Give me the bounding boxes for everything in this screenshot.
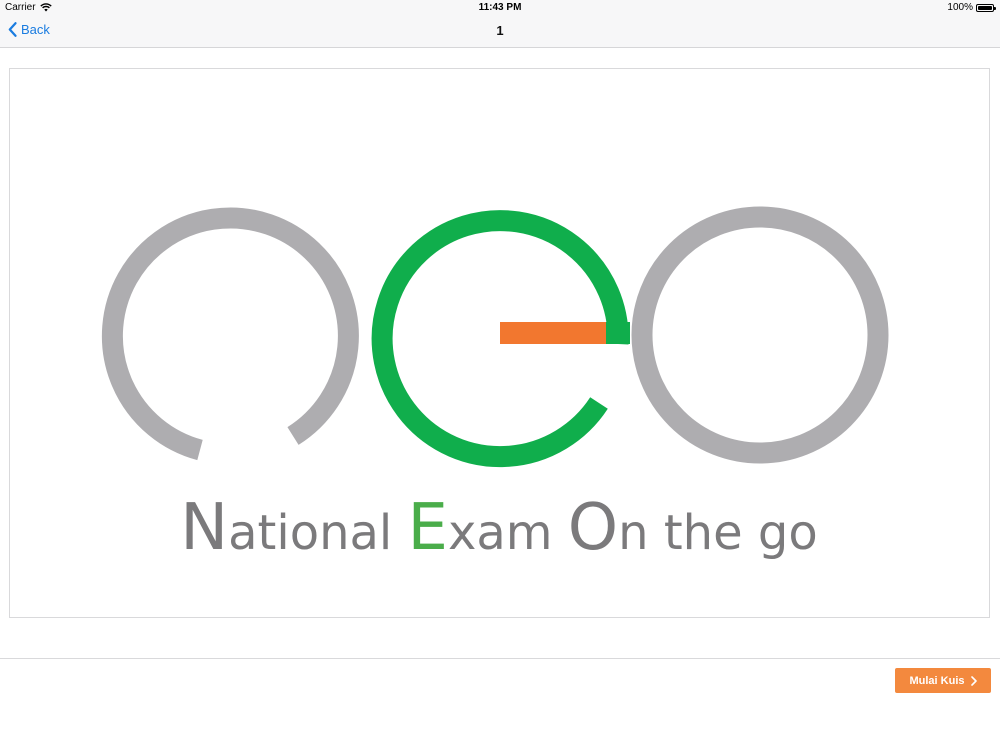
logo-word-ational: ational	[228, 505, 407, 561]
bottom-divider	[0, 658, 1000, 659]
start-quiz-label: Mulai Kuis	[909, 674, 965, 687]
logo-orange-bar	[500, 322, 606, 344]
logo-word-on-the-go: n the go	[618, 505, 818, 561]
page-title: 1	[496, 23, 504, 38]
logo-gray-arc-left	[101, 207, 359, 461]
logo-green-cap	[606, 322, 630, 344]
logo-gray-circle-right	[631, 206, 889, 464]
logo-letter-n: N	[180, 491, 228, 565]
battery-group: 100%	[947, 2, 996, 13]
neo-logo: National Exam On the go	[101, 206, 889, 565]
status-time: 11:43 PM	[478, 2, 522, 13]
chevron-right-icon	[970, 675, 977, 686]
logo-word-xam: xam	[448, 505, 568, 561]
status-bar: Carrier 11:43 PM 100%	[0, 0, 1000, 16]
content-frame: National Exam On the go	[9, 68, 990, 618]
logo-letter-o: O	[568, 491, 618, 565]
logo-letter-e: E	[408, 491, 448, 565]
logo-wordmark: National Exam On the go	[180, 491, 817, 565]
battery-icon	[976, 3, 996, 12]
battery-percent: 100%	[947, 2, 973, 13]
navigation-bar: Back 1	[0, 16, 1000, 48]
start-quiz-button[interactable]: Mulai Kuis	[895, 668, 991, 693]
